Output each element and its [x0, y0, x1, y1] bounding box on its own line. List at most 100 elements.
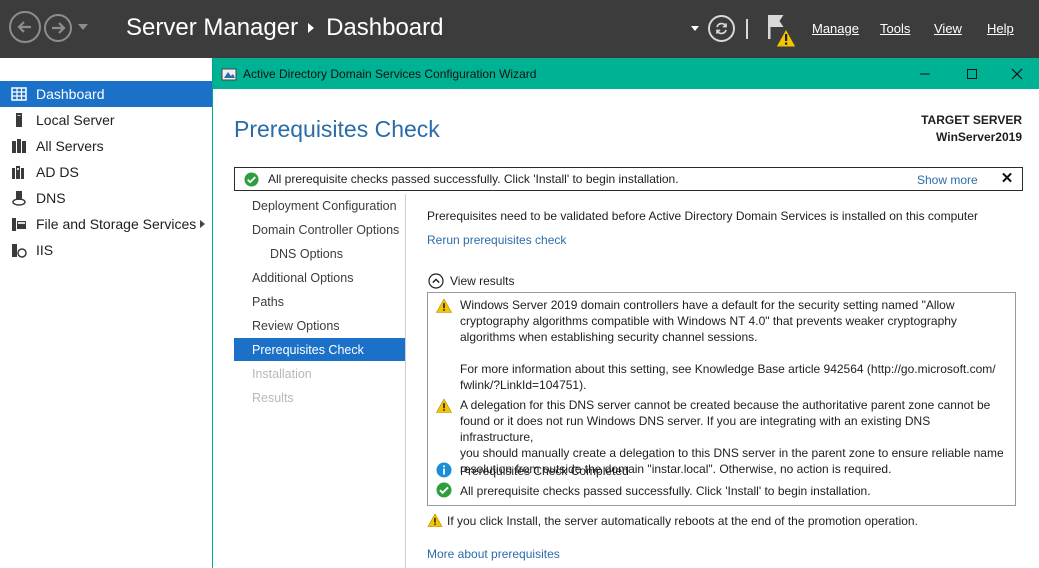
step-paths[interactable]: Paths — [234, 290, 405, 313]
result-line: you should manually create a delegation … — [460, 446, 1004, 460]
header-divider — [746, 19, 748, 39]
view-results-toggle[interactable]: View results — [428, 273, 514, 289]
chevron-up-icon — [428, 273, 444, 289]
intro-text: Prerequisites need to be validated befor… — [427, 209, 978, 223]
step-label: Review Options — [252, 318, 340, 333]
close-icon — [1011, 68, 1023, 79]
step-label: Paths — [252, 294, 284, 309]
banner-text: All prerequisite checks passed successfu… — [268, 172, 679, 186]
app-title: Server Manager — [126, 14, 299, 41]
sidebar-item-label: File and Storage Services — [36, 216, 197, 232]
warning-icon — [436, 298, 452, 313]
ad-ds-icon — [12, 166, 24, 179]
result-line: found or it does not run Windows DNS ser… — [460, 414, 931, 444]
arrow-right-icon — [52, 22, 66, 34]
step-label: Results — [252, 390, 294, 405]
wizard-steps: Deployment Configuration Domain Controll… — [234, 194, 406, 568]
results-list[interactable]: Windows Server 2019 domain controllers h… — [427, 292, 1016, 506]
step-label: DNS Options — [270, 246, 343, 261]
check-icon — [244, 172, 259, 187]
forward-button[interactable] — [44, 14, 72, 42]
result-line: For more information about this setting,… — [460, 362, 996, 376]
dns-icon — [12, 191, 26, 206]
server-manager-header: Server Manager Dashboard Manage Tools Vi… — [0, 0, 1039, 58]
step-review-options[interactable]: Review Options — [234, 314, 405, 337]
wizard-title: Active Directory Domain Services Configu… — [243, 67, 537, 81]
sidebar-item-label: Local Server — [36, 112, 115, 128]
back-button[interactable] — [9, 11, 41, 43]
step-label: Additional Options — [252, 270, 354, 285]
reboot-warning-text: If you click Install, the server automat… — [447, 513, 918, 528]
maximize-icon — [967, 68, 977, 79]
menu-tools[interactable]: Tools — [880, 21, 910, 36]
banner-close-icon[interactable]: ✕ — [999, 170, 1015, 188]
menu-manage[interactable]: Manage — [812, 21, 859, 36]
result-text: Prerequisites Check Completed — [460, 463, 1005, 479]
step-prerequisites-check[interactable]: Prerequisites Check — [234, 338, 405, 361]
step-deployment-configuration[interactable]: Deployment Configuration — [234, 194, 405, 217]
target-server-name: WinServer2019 — [936, 130, 1022, 144]
sidebar: Dashboard Local Server All Servers AD DS… — [0, 58, 212, 568]
step-label: Prerequisites Check — [252, 342, 364, 357]
result-line: A delegation for this DNS server cannot … — [460, 398, 991, 412]
result-line: fwlink/?LinkId=104751). — [460, 378, 587, 392]
local-server-icon — [16, 113, 22, 127]
sidebar-item-label: IIS — [36, 242, 54, 258]
menu-view[interactable]: View — [934, 21, 962, 36]
wizard-title-bar[interactable]: Active Directory Domain Services Configu… — [213, 58, 1039, 89]
page-name: Dashboard — [326, 14, 444, 41]
step-results: Results — [234, 386, 405, 409]
step-label: Deployment Configuration — [252, 198, 397, 213]
sidebar-item-label: DNS — [36, 190, 66, 206]
result-line: cryptography algorithms compatible with … — [460, 314, 957, 328]
breadcrumb-separator-icon — [308, 23, 315, 33]
minimize-icon — [920, 73, 930, 74]
result-line: Windows Server 2019 domain controllers h… — [460, 298, 955, 312]
flag-warning-icon — [768, 15, 797, 48]
file-storage-icon — [12, 218, 26, 231]
chevron-down-icon[interactable] — [691, 26, 699, 31]
all-servers-icon — [12, 139, 26, 153]
status-banner: All prerequisite checks passed successfu… — [234, 167, 1023, 191]
result-line: algorithms when establishing security ch… — [460, 330, 758, 344]
check-icon — [436, 482, 452, 498]
step-domain-controller-options[interactable]: Domain Controller Options — [234, 218, 405, 241]
warning-icon — [427, 513, 443, 527]
sidebar-item-label: Dashboard — [36, 86, 105, 102]
rerun-prerequisites-link[interactable]: Rerun prerequisites check — [427, 233, 566, 247]
target-server-label: TARGET SERVER — [921, 113, 1022, 127]
result-text: Windows Server 2019 domain controllers h… — [460, 297, 1005, 393]
sidebar-item-label: All Servers — [36, 138, 104, 154]
result-line: Prerequisites Check Completed — [460, 464, 629, 478]
history-dropdown-icon[interactable] — [78, 24, 88, 30]
result-line: All prerequisite checks passed successfu… — [460, 484, 871, 498]
menu-help[interactable]: Help — [987, 21, 1014, 36]
sidebar-item-local-server[interactable]: Local Server — [0, 107, 212, 133]
dashboard-icon — [11, 87, 27, 101]
sidebar-item-iis[interactable]: IIS — [0, 237, 212, 263]
notifications-button[interactable] — [766, 13, 800, 49]
sidebar-item-file-storage[interactable]: File and Storage Services — [0, 211, 212, 237]
step-dns-options[interactable]: DNS Options — [234, 242, 405, 265]
sidebar-item-dashboard[interactable]: Dashboard — [0, 81, 212, 107]
view-results-label: View results — [450, 274, 515, 288]
wizard-app-icon — [221, 68, 237, 81]
more-about-prerequisites-link[interactable]: More about prerequisites — [427, 547, 560, 561]
breadcrumb: Server Manager Dashboard — [126, 14, 444, 42]
sidebar-item-all-servers[interactable]: All Servers — [0, 133, 212, 159]
maximize-button[interactable] — [949, 58, 995, 89]
sidebar-item-ad-ds[interactable]: AD DS — [0, 159, 212, 185]
chevron-right-icon[interactable] — [200, 220, 205, 228]
step-additional-options[interactable]: Additional Options — [234, 266, 405, 289]
info-icon — [436, 462, 452, 478]
minimize-button[interactable] — [902, 58, 948, 89]
step-label: Domain Controller Options — [252, 222, 400, 237]
show-more-link[interactable]: Show more — [917, 173, 978, 187]
wizard-window: Active Directory Domain Services Configu… — [212, 58, 1039, 568]
sidebar-item-label: AD DS — [36, 164, 79, 180]
refresh-button[interactable] — [708, 15, 735, 42]
close-button[interactable] — [994, 58, 1039, 89]
page-title: Prerequisites Check — [234, 116, 440, 142]
iis-icon — [12, 244, 27, 258]
sidebar-item-dns[interactable]: DNS — [0, 185, 212, 211]
